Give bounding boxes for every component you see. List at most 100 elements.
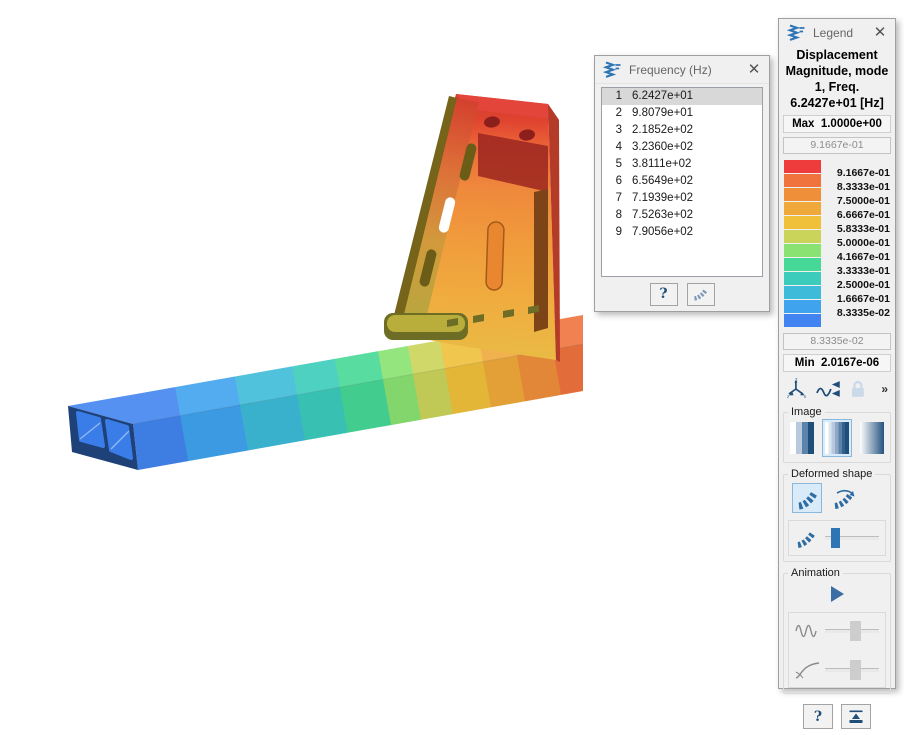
- color-bands: [784, 160, 821, 328]
- mode-number: 3: [602, 122, 622, 139]
- color-scale: 9.1667e-018.3333e-017.5000e-016.6667e-01…: [784, 160, 891, 328]
- upper-bound-input[interactable]: 9.1667e-01: [783, 137, 891, 154]
- color-band: [784, 258, 821, 271]
- frequency-mode-row[interactable]: 6 6.5649e+02: [602, 173, 762, 190]
- amplitude-curve-icon: [795, 659, 821, 681]
- plot-title-line: Magnitude, mode: [779, 63, 895, 79]
- mode-frequency-value: 6.2427e+01: [632, 88, 693, 105]
- slider-handle[interactable]: [850, 621, 861, 641]
- mode-frequency-value: 2.1852e+02: [632, 122, 693, 139]
- frequency-mode-row[interactable]: 2 9.8079e+01: [602, 105, 762, 122]
- dock-panel-button[interactable]: [841, 704, 871, 729]
- min-value-box: Min 2.0167e-06: [783, 354, 891, 372]
- legend-footer: ?: [779, 696, 895, 735]
- scale-label: 5.8333e-01: [821, 222, 891, 236]
- frequency-study-icon: [786, 24, 806, 41]
- animation-controls-panel: [788, 612, 886, 688]
- play-icon[interactable]: [831, 586, 844, 602]
- legend-window-title: Legend: [813, 26, 872, 40]
- mode-number: 4: [602, 139, 622, 156]
- deformation-scale-panel: [788, 520, 886, 556]
- deformed-beam-icon: [795, 486, 819, 510]
- mode-number: 2: [602, 105, 622, 122]
- color-band: [784, 286, 821, 299]
- slider-handle[interactable]: [831, 528, 840, 548]
- deformed-shape-on-button-selected[interactable]: [792, 483, 822, 513]
- plot-title-line: 6.2427e+01 [Hz]: [779, 95, 895, 111]
- mode-frequency-value: 3.8111e+02: [632, 156, 691, 173]
- frequency-mode-row[interactable]: 4 3.2360e+02: [602, 139, 762, 156]
- close-icon[interactable]: ✕: [872, 25, 888, 40]
- frequency-mode-row[interactable]: 9 7.9056e+02: [602, 224, 762, 241]
- image-style-banded-button-selected[interactable]: [822, 419, 852, 457]
- mode-frequency-value: 6.5649e+02: [632, 173, 693, 190]
- frequency-titlebar[interactable]: Frequency (Hz) ✕: [595, 56, 769, 84]
- help-button[interactable]: ?: [803, 704, 833, 729]
- mode-frequency-value: 7.9056e+02: [632, 224, 693, 241]
- mode-frequency-value: 7.5263e+02: [632, 207, 693, 224]
- banded-fringe-icon: [825, 422, 849, 454]
- color-band: [784, 300, 821, 313]
- deformed-shape-overlay-button[interactable]: [828, 483, 860, 513]
- color-band: [784, 244, 821, 257]
- frequency-mode-row[interactable]: 8 7.5263e+02: [602, 207, 762, 224]
- lower-bound-input[interactable]: 8.3335e-02: [783, 333, 891, 350]
- frequency-mode-row[interactable]: 3 2.1852e+02: [602, 122, 762, 139]
- frequency-mode-row[interactable]: 1 6.2427e+01: [602, 88, 762, 105]
- frequency-mode-row[interactable]: 5 3.8111e+02: [602, 156, 762, 173]
- frequency-mode-row[interactable]: 7 7.1939e+02: [602, 190, 762, 207]
- color-band: [784, 230, 821, 243]
- svg-text:x: x: [804, 394, 807, 399]
- more-options-chevron-icon[interactable]: »: [881, 382, 889, 396]
- animation-amplitude-slider[interactable]: [825, 668, 879, 672]
- plot-title-line: Displacement: [779, 47, 895, 63]
- image-style-discrete-button[interactable]: [787, 419, 817, 457]
- discrete-fringe-icon: [790, 422, 814, 454]
- help-button[interactable]: ?: [650, 283, 678, 306]
- deformed-shape-button-disabled[interactable]: [687, 283, 715, 306]
- legend-titlebar[interactable]: Legend ✕: [779, 19, 895, 46]
- triad-axes-icon[interactable]: Y x z: [786, 378, 808, 400]
- svg-text:z: z: [787, 394, 789, 399]
- mode-frequency-value: 7.1939e+02: [632, 190, 693, 207]
- probe-plot-icon[interactable]: [815, 379, 841, 399]
- max-value-box: Max 1.0000e+00: [783, 115, 891, 133]
- scale-label: 2.5000e-01: [821, 278, 891, 292]
- frequency-window: Frequency (Hz) ✕ 1 6.2427e+01 2 9.8079e+…: [594, 55, 770, 312]
- scale-label: 7.5000e-01: [821, 194, 891, 208]
- mode-number: 7: [602, 190, 622, 207]
- color-band: [784, 216, 821, 229]
- deformed-beam-icon: [795, 528, 819, 548]
- scale-label: 4.1667e-01: [821, 250, 891, 264]
- scale-label: 8.3335e-02: [821, 306, 891, 320]
- lock-icon[interactable]: [848, 379, 868, 399]
- image-style-smooth-button[interactable]: [857, 419, 887, 457]
- color-band: [784, 160, 821, 173]
- frequency-window-title: Frequency (Hz): [629, 63, 746, 77]
- scale-label: 8.3333e-01: [821, 180, 891, 194]
- mode-frequency-value: 9.8079e+01: [632, 105, 693, 122]
- legend-window: Legend ✕ DisplacementMagnitude, mode1, F…: [778, 18, 896, 689]
- deformation-scale-slider[interactable]: [825, 536, 879, 540]
- mode-number: 6: [602, 173, 622, 190]
- color-band: [784, 188, 821, 201]
- deformed-shape-icon: [692, 286, 710, 302]
- deformed-beam-arrow-icon: [831, 486, 857, 510]
- animation-speed-slider[interactable]: [825, 629, 879, 633]
- frequency-mode-list[interactable]: 1 6.2427e+01 2 9.8079e+01 3 2.1852e+02 4…: [601, 87, 763, 277]
- color-band: [784, 272, 821, 285]
- dock-collapse-icon: [847, 709, 865, 725]
- deformed-shape-section-label: Deformed shape: [788, 468, 875, 480]
- mode-frequency-value: 3.2360e+02: [632, 139, 693, 156]
- close-icon[interactable]: ✕: [746, 62, 762, 77]
- help-label: ?: [659, 286, 667, 302]
- smooth-fringe-icon: [860, 422, 884, 454]
- slider-handle[interactable]: [850, 660, 861, 680]
- scale-label: 9.1667e-01: [821, 166, 891, 180]
- svg-text:Y: Y: [795, 378, 798, 382]
- scale-label: 5.0000e-01: [821, 236, 891, 250]
- color-band: [784, 174, 821, 187]
- legend-toolbar: Y x z »: [779, 373, 895, 403]
- mode-number: 9: [602, 224, 622, 241]
- scale-labels: 9.1667e-018.3333e-017.5000e-016.6667e-01…: [821, 160, 891, 328]
